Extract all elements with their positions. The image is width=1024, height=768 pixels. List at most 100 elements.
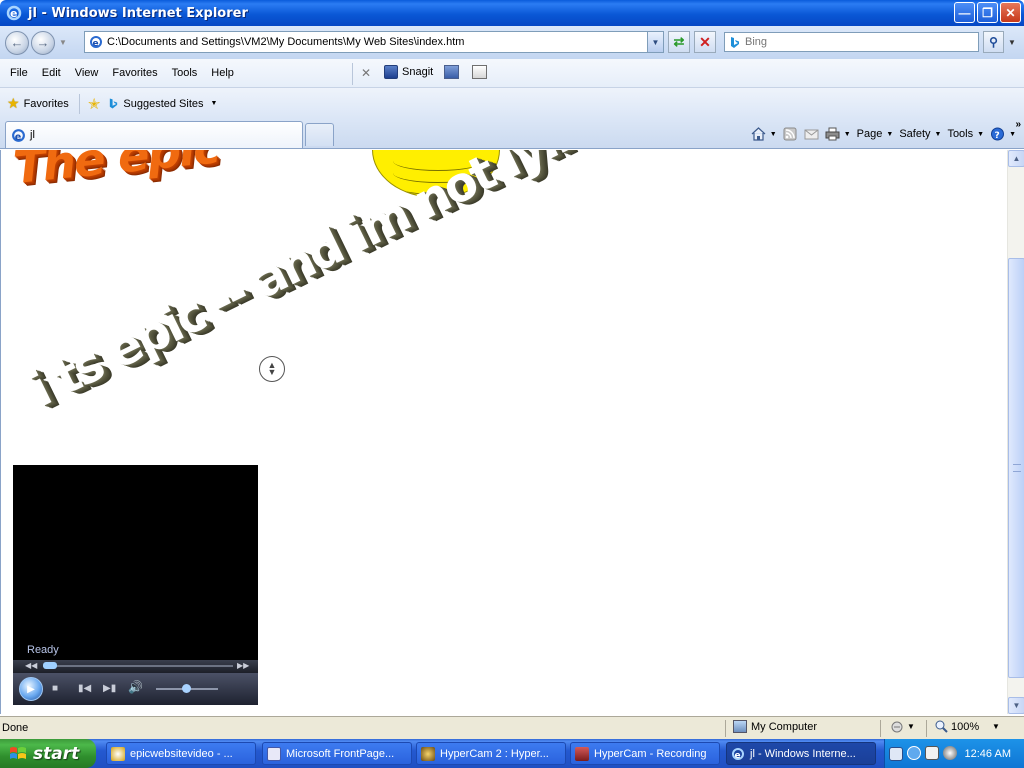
scroll-down-button[interactable]: ▼ — [1008, 697, 1024, 714]
tab-jl[interactable]: e jl — [5, 121, 303, 148]
tab-title: jl — [30, 129, 35, 141]
media-player[interactable]: Ready ◀◀ ▶▶ ▶ ■ ▮◀ ▶▮ 🔊 — [13, 465, 258, 705]
zoom-dropdown-icon[interactable]: ▼ — [992, 722, 1000, 731]
network-icon[interactable] — [925, 746, 939, 760]
maximize-button[interactable]: ❐ — [977, 2, 998, 23]
stop-media-button[interactable]: ■ — [52, 683, 58, 694]
chevron-down-icon: ▼ — [1009, 130, 1016, 138]
menu-view[interactable]: View — [68, 67, 106, 79]
print-button[interactable]: ▼ — [825, 127, 851, 141]
menu-favorites[interactable]: Favorites — [105, 67, 164, 79]
previous-button[interactable]: ▮◀ — [78, 683, 91, 694]
wordart-top: The epic — [10, 150, 223, 195]
snagit-label: Snagit — [402, 66, 434, 78]
volume-icon[interactable]: 🔊 — [128, 680, 143, 694]
svg-text:e: e — [735, 751, 741, 761]
taskbar-item-frontpage[interactable]: Microsoft FrontPage... — [262, 742, 412, 765]
address-bar[interactable]: e C:\Documents and Settings\VM2\My Docum… — [84, 31, 664, 53]
help-menu-button[interactable]: ? ▼ — [990, 127, 1016, 141]
taskbar-item-hypercam-recording[interactable]: HyperCam - Recording — [570, 742, 720, 765]
chevron-down-icon: ▼ — [769, 130, 777, 138]
protected-mode-button[interactable]: ▼ — [890, 720, 915, 733]
player-status: Ready — [27, 644, 59, 656]
tray-expand-icon[interactable] — [907, 746, 921, 760]
next-button[interactable]: ▶▮ — [103, 683, 116, 694]
favorites-star-icon: ★ — [7, 95, 20, 111]
title-bar: e jl - Windows Internet Explorer — ❐ ✕ — [0, 0, 1024, 26]
add-to-favorites-icon[interactable]: ✭ — [88, 95, 101, 113]
search-options-dropdown[interactable]: ▼ — [1006, 31, 1018, 53]
status-divider — [725, 720, 726, 737]
keyboard-icon[interactable] — [889, 747, 903, 761]
taskbar-item-epicwebsitevideo[interactable]: epicwebsitevideo - ... — [106, 742, 256, 765]
new-tab-button[interactable] — [305, 123, 334, 146]
forward-button[interactable]: → — [31, 30, 55, 55]
page-icon: e — [12, 128, 25, 142]
window-controls: — ❐ ✕ — [954, 2, 1021, 23]
menu-help[interactable]: Help — [204, 67, 241, 79]
chevron-down-icon: ▼ — [907, 722, 915, 731]
safety-menu-button[interactable]: Safety ▼ — [899, 128, 941, 140]
read-mail-button[interactable] — [804, 127, 819, 141]
recording-icon — [575, 746, 589, 761]
menu-file[interactable]: File — [3, 67, 35, 79]
chevron-down-icon: ▼ — [210, 100, 218, 107]
page-icon: e — [90, 36, 102, 49]
windows-flag-icon — [10, 746, 26, 759]
favorites-button[interactable]: ★ Favorites — [7, 95, 69, 112]
close-toolbar-icon[interactable]: ✕ — [361, 66, 371, 80]
menu-edit[interactable]: Edit — [35, 67, 68, 79]
start-button[interactable]: start — [0, 739, 96, 768]
home-button[interactable]: ▼ — [751, 127, 777, 141]
search-button[interactable]: ⚲ — [983, 31, 1004, 53]
address-url[interactable]: C:\Documents and Settings\VM2\My Documen… — [107, 36, 464, 48]
recent-pages-dropdown[interactable]: ▼ — [59, 38, 67, 47]
snagit-editor-icon[interactable] — [472, 65, 487, 79]
seek-track[interactable] — [43, 665, 233, 667]
help-icon: ? — [991, 127, 1005, 141]
zoom-icon — [935, 720, 948, 733]
volume-thumb[interactable] — [182, 684, 191, 693]
tools-menu-label: Tools — [947, 128, 974, 140]
favorites-separator — [78, 93, 80, 114]
back-button[interactable]: ← — [5, 30, 29, 55]
status-divider — [926, 720, 927, 737]
taskbar-item-hypercam[interactable]: HyperCam 2 : Hyper... — [416, 742, 566, 765]
chevron-down-icon: ▼ — [934, 130, 942, 138]
tab-bar: e jl ▼ ▼ Page ▼ Safety ▼ Tools ▼ ? ▼ » — [0, 119, 1024, 149]
toolbar-overflow-icon[interactable]: » — [1015, 119, 1021, 130]
seek-thumb[interactable] — [43, 662, 57, 669]
minimize-button[interactable]: — — [954, 2, 975, 23]
address-dropdown-icon[interactable]: ▼ — [647, 32, 663, 52]
snagit-icon — [384, 65, 398, 79]
ie-logo-icon: e — [6, 5, 22, 21]
ie-icon: e — [732, 747, 744, 761]
vertical-scrollbar[interactable]: ▲ ▼ — [1007, 150, 1024, 714]
svg-text:e: e — [93, 39, 99, 49]
feeds-button[interactable] — [783, 127, 798, 141]
snagit-button[interactable]: Snagit — [384, 65, 433, 79]
hypercam-tray-icon[interactable] — [943, 746, 957, 760]
tools-menu-button[interactable]: Tools ▼ — [947, 128, 984, 140]
snagit-capture-icon[interactable] — [444, 65, 459, 79]
security-zone[interactable]: My Computer — [733, 720, 817, 733]
suggested-sites-button[interactable]: Suggested Sites ▼ — [108, 97, 217, 110]
status-divider — [880, 720, 881, 737]
seek-bar[interactable]: ◀◀ ▶▶ — [13, 660, 258, 673]
menu-tools[interactable]: Tools — [165, 67, 205, 79]
close-button[interactable]: ✕ — [1000, 2, 1021, 23]
page-content: The epic i ts epic -- and im not lying ▲… — [0, 150, 1007, 714]
zoom-button[interactable]: 100% — [935, 720, 979, 733]
search-box[interactable] — [724, 32, 979, 52]
svg-text:?: ? — [995, 131, 1000, 141]
page-menu-button[interactable]: Page ▼ — [857, 128, 894, 140]
play-button[interactable]: ▶ — [19, 677, 43, 701]
scroll-thumb[interactable] — [1008, 258, 1024, 678]
refresh-button[interactable]: ⇄ — [668, 31, 690, 53]
computer-icon — [733, 720, 747, 733]
scroll-grip — [1013, 464, 1021, 472]
taskbar-item-ie[interactable]: e jl - Windows Interne... — [726, 742, 876, 765]
search-input[interactable] — [745, 36, 965, 48]
scroll-up-button[interactable]: ▲ — [1008, 150, 1024, 167]
stop-button[interactable]: ✕ — [694, 31, 716, 53]
